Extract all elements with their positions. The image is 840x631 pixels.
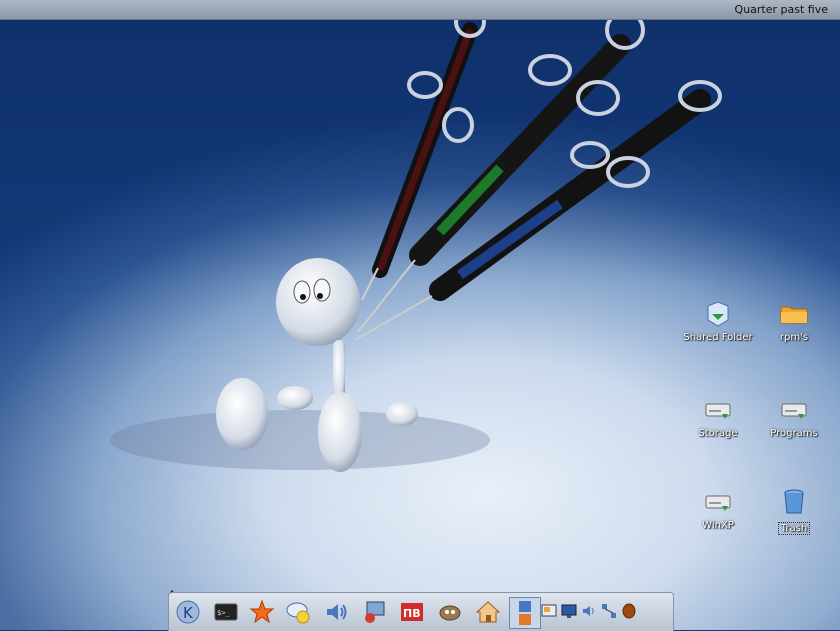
taskbar: K $>_ ПВ: [168, 592, 674, 631]
clock[interactable]: Quarter past five: [735, 3, 828, 16]
folder-icon: [780, 306, 808, 324]
favorites-button[interactable]: [247, 597, 277, 627]
java-button[interactable]: [621, 603, 637, 619]
trash-icon: [784, 489, 804, 514]
desktop-preview-icon: [541, 604, 557, 617]
desktop-icon-label: Trash: [777, 522, 811, 535]
desktop-icon-programs[interactable]: Programs: [754, 396, 834, 439]
ktb-button[interactable]: ПВ: [397, 597, 427, 627]
desktop-preview-button[interactable]: [541, 603, 557, 619]
network-monitor-icon: [365, 601, 385, 623]
home-icon: [475, 601, 501, 623]
desktop-icon-shared-folder[interactable]: Shared Folder: [678, 300, 758, 343]
lock-logout-button[interactable]: [509, 597, 541, 629]
network-button[interactable]: [601, 603, 617, 619]
display-icon: [561, 604, 577, 618]
desktop-icon-rpms[interactable]: rpm's: [754, 300, 834, 343]
speaker-icon: [583, 606, 594, 616]
desktop-icon-label: rpm's: [779, 332, 809, 343]
gimp-icon: [439, 605, 461, 621]
svg-text:ПВ: ПВ: [403, 607, 421, 620]
drive-icon: [781, 403, 807, 419]
gimp-button[interactable]: [435, 597, 465, 627]
terminal-button[interactable]: $>_: [211, 597, 241, 627]
kde-menu-icon: K: [176, 600, 200, 624]
favorites-star-icon: [249, 599, 275, 624]
shared-folder-icon: [707, 301, 729, 327]
desktop-icon-storage[interactable]: Storage: [678, 396, 758, 439]
kde-menu-button[interactable]: K: [173, 597, 203, 627]
ktb-icon: ПВ: [401, 603, 423, 621]
speaker-button[interactable]: [581, 603, 597, 619]
volume-button[interactable]: [321, 597, 351, 627]
svg-text:$>_: $>_: [217, 609, 230, 617]
desktop-icon-label: Storage: [698, 428, 738, 439]
lock-logout-icon: [519, 601, 531, 625]
messenger-button[interactable]: [283, 597, 313, 627]
svg-text:K: K: [183, 604, 194, 622]
desktop-icon-label: Programs: [770, 428, 818, 439]
messenger-icon: [286, 602, 310, 624]
network-icon: [602, 604, 616, 618]
terminal-icon: $>_: [214, 603, 238, 621]
network-monitor-button[interactable]: [359, 597, 389, 627]
desktop-icon-label: WinXP: [702, 520, 734, 531]
display-button[interactable]: [561, 603, 577, 619]
drive-icon: [705, 495, 731, 511]
desktop-icon-winxp[interactable]: WinXP: [678, 488, 758, 531]
volume-icon: [327, 604, 347, 620]
top-panel: Quarter past five: [0, 0, 840, 20]
desktop-icon-trash[interactable]: Trash: [754, 488, 834, 535]
drive-icon: [705, 403, 731, 419]
desktop-icon-label: Shared Folder: [683, 332, 753, 343]
java-icon: [622, 603, 636, 619]
home-button[interactable]: [473, 597, 503, 627]
